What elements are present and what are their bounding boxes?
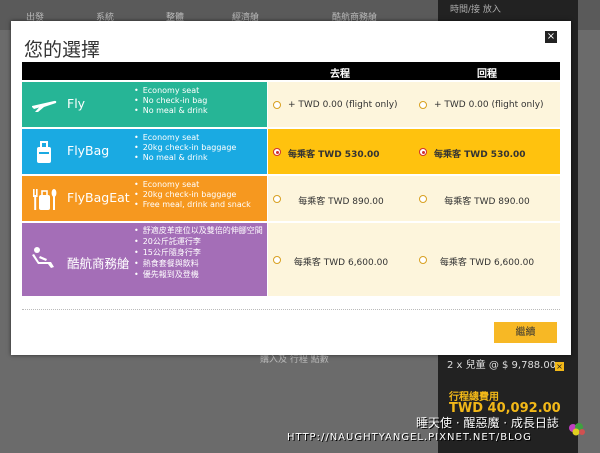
feature-item: 15公斤隨身行李 (134, 248, 264, 258)
feature-item: Free meal, drink and snack (134, 200, 251, 210)
radio-button[interactable] (273, 101, 281, 109)
grapes-logo-icon (569, 423, 585, 436)
watermark-url: HTTP://NAUGHTYANGEL.PIXNET.NET/BLOG (287, 432, 532, 443)
option-price: 每乘客 TWD 530.00 (434, 150, 526, 160)
fare-info-scootbiz: 酷航商務艙 舒適皮革座位以及雙倍的伸腳空間 20公斤託運行李 15公斤隨身行李 … (22, 223, 267, 296)
feature-item: 20kg check-in baggage (134, 143, 237, 153)
feature-item: 20kg check-in baggage (134, 190, 251, 200)
luggage-meal-icon (33, 189, 57, 210)
feature-list: 舒適皮革座位以及雙倍的伸腳空間 20公斤託運行李 15公斤隨身行李 熱食套餐與飲… (134, 226, 264, 281)
fare-name: Fly (67, 96, 86, 111)
option-flybag-return[interactable]: 每乘客 TWD 530.00 (414, 129, 560, 174)
feature-item: 舒適皮革座位以及雙倍的伸腳空間 (134, 226, 264, 236)
fare-row-fly: Fly Economy seat No check-in bag No meal… (22, 82, 560, 127)
option-price: 每乘客 TWD 890.00 (444, 197, 530, 207)
feature-item: 20公斤託運行李 (134, 237, 264, 247)
sidebar-price-line: 2 x 兒童 @ $ 9,788.00 (447, 360, 557, 371)
divider (22, 309, 560, 310)
feature-item: Economy seat (134, 133, 236, 143)
option-flybag-outbound[interactable]: 每乘客 TWD 530.00 (268, 129, 414, 174)
feature-list: Economy seat 20kg check-in baggage Free … (134, 180, 251, 210)
fare-row-flybageat: FlyBagEat Economy seat 20kg check-in bag… (22, 176, 560, 221)
radio-button[interactable] (419, 101, 427, 109)
fare-info-fly: Fly Economy seat No check-in bag No meal… (22, 82, 267, 127)
watermark-title: 睡天使 · 醒惡魔 · 成長日誌 (416, 416, 559, 430)
luggage-icon (37, 141, 51, 163)
fare-row-scootbiz: 酷航商務艙 舒適皮革座位以及雙倍的伸腳空間 20公斤託運行李 15公斤隨身行李 … (22, 223, 560, 296)
header-outbound: 去程 (330, 69, 350, 80)
fare-name: FlyBag (67, 143, 110, 158)
table-header: 去程 回程 (22, 62, 560, 80)
plane-icon (32, 100, 57, 112)
option-flybageat-outbound[interactable]: 每乘客 TWD 890.00 (268, 176, 414, 221)
option-price: 每乘客 TWD 530.00 (288, 150, 380, 160)
continue-button[interactable]: 繼續 (494, 322, 557, 343)
feature-item: Economy seat (134, 180, 251, 190)
feature-item: No meal & drink (134, 106, 208, 116)
radio-button-selected[interactable] (419, 148, 427, 156)
modal-title: 您的選擇 (24, 39, 101, 61)
feature-item: Economy seat (134, 86, 208, 96)
feature-item: 優先報到及登機 (134, 270, 264, 280)
close-button[interactable]: × (545, 31, 557, 43)
header-return: 回程 (477, 69, 497, 80)
reclining-seat-icon (32, 247, 54, 268)
option-price: + TWD 0.00 (flight only) (434, 100, 544, 110)
option-scootbiz-outbound[interactable]: 每乘客 TWD 6,600.00 (268, 223, 414, 296)
feature-list: Economy seat No check-in bag No meal & d… (134, 86, 208, 116)
fare-info-flybag: FlyBag Economy seat 20kg check-in baggag… (22, 129, 267, 174)
option-price: 每乘客 TWD 6,600.00 (439, 258, 535, 268)
fare-name: FlyBagEat (67, 190, 130, 205)
option-fly-outbound[interactable]: + TWD 0.00 (flight only) (268, 82, 414, 127)
option-price: 每乘客 TWD 890.00 (298, 197, 384, 207)
fare-info-flybageat: FlyBagEat Economy seat 20kg check-in bag… (22, 176, 267, 221)
fare-table: 去程 回程 Fly Economy seat No check-in bag N… (22, 62, 560, 296)
option-price: + TWD 0.00 (flight only) (288, 100, 398, 110)
sidebar-top-text: 時間/接 放入 (450, 5, 501, 15)
feature-item: 熱食套餐與飲料 (134, 259, 264, 269)
feature-item: No meal & drink (134, 153, 236, 163)
fare-name: 酷航商務艙 (67, 256, 130, 271)
option-price: 每乘客 TWD 6,600.00 (293, 258, 389, 268)
feature-list: Economy seat 20kg check-in baggage No me… (134, 133, 237, 163)
feature-item: No check-in bag (134, 96, 208, 106)
radio-button-selected[interactable] (273, 148, 281, 156)
option-fly-return[interactable]: + TWD 0.00 (flight only) (414, 82, 560, 127)
option-scootbiz-return[interactable]: 每乘客 TWD 6,600.00 (414, 223, 560, 296)
fare-row-flybag: FlyBag Economy seat 20kg check-in baggag… (22, 129, 560, 174)
fare-selection-modal: 您的選擇 × 去程 回程 Fly Economy seat No check-i… (11, 21, 571, 355)
option-flybageat-return[interactable]: 每乘客 TWD 890.00 (414, 176, 560, 221)
remove-icon[interactable]: × (555, 362, 564, 371)
